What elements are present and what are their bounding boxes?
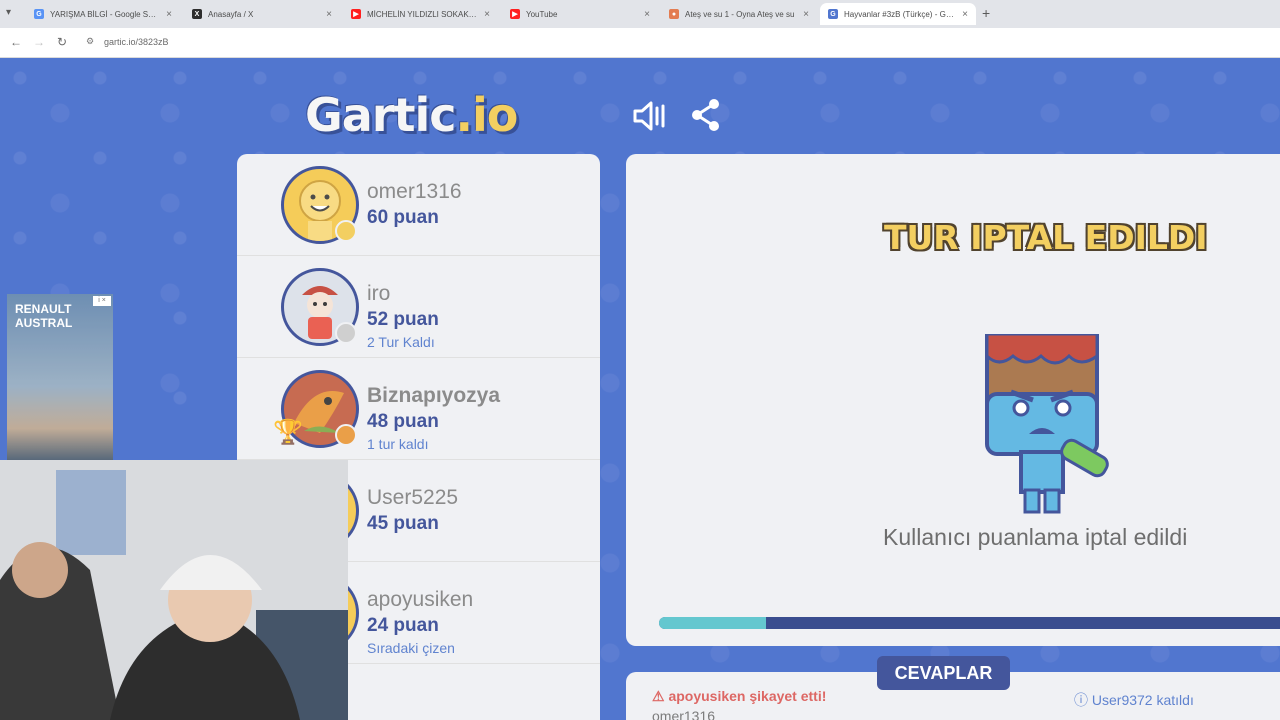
browser-tab[interactable]: ● Ateş ve su 1 - Oyna Ateş ve su × [661, 3, 817, 25]
close-tab-icon[interactable]: × [962, 9, 968, 20]
renault-ad[interactable]: RENAULT AUSTRAL i × [7, 294, 113, 462]
tab-label: YARIŞMA BİLGİ - Google Search [50, 9, 161, 19]
player-note: 1 tur kaldı [367, 436, 429, 452]
turn-status-title: TUR IPTAL EDILDI [884, 218, 1208, 257]
gartic-icon: G [828, 9, 838, 19]
status-dot [335, 220, 357, 242]
player-score: 48 puan [367, 411, 439, 432]
status-dot [335, 322, 357, 344]
tab-label: Hayvanlar #3zB (Türkçe) - Garti… [844, 9, 957, 19]
player-row[interactable]: iro 52 puan 2 Tur Kaldı [237, 256, 600, 358]
player-name: apoyusiken [367, 588, 474, 611]
player-score: 24 puan [367, 615, 439, 636]
player-note: Sıradaki çizen [367, 640, 455, 656]
tab-search-chevron-icon[interactable]: ▾ [6, 7, 11, 18]
chat-line: omer1316 [652, 708, 716, 720]
reload-icon[interactable]: ↻ [57, 35, 67, 49]
player-row[interactable]: 🏆 Biznapıyozya 48 puan 1 tur kaldı [237, 358, 600, 460]
webcam-overlay [0, 460, 348, 720]
round-timer-bar [659, 617, 1280, 629]
status-dot [335, 424, 357, 446]
ad-title: RENAULT AUSTRAL [15, 302, 73, 330]
browser-tab[interactable]: ▶ YouTube × [502, 3, 658, 25]
chat-line: ⓘ User9372 katıldı [1074, 692, 1194, 708]
drawing-board: TUR IPTAL EDILDI Kullanıcı puanlama ipta… [626, 154, 1280, 646]
new-tab-plus-icon[interactable]: + [982, 5, 990, 21]
forward-arrow-icon[interactable]: → [33, 35, 45, 49]
browser-tab[interactable]: G YARIŞMA BİLGİ - Google Search × [26, 3, 180, 25]
gartic-logo: Gartic.io [305, 88, 518, 142]
url-field[interactable]: gartic.io/3823zB [104, 37, 169, 47]
share-icon[interactable] [690, 98, 722, 132]
close-tab-icon[interactable]: × [166, 9, 172, 20]
cancelled-mascot-icon [985, 334, 1109, 514]
board-message: Kullanıcı puanlama iptal edildi [883, 524, 1188, 550]
player-score: 52 puan [367, 309, 439, 330]
player-note: 2 Tur Kaldı [367, 334, 435, 350]
browser-tab[interactable]: ▶ MİCHELİN YILDIZLI SOKAK LEZ… × [343, 3, 498, 25]
google-icon: G [34, 9, 44, 19]
player-name: iro [367, 282, 391, 305]
webcam-feed-image [0, 460, 348, 720]
player-name: omer1316 [367, 180, 462, 203]
browser-tab-active[interactable]: G Hayvanlar #3zB (Türkçe) - Garti… × [820, 3, 976, 25]
tab-label: YouTube [526, 9, 558, 19]
sound-mute-icon[interactable] [632, 100, 668, 132]
close-tab-icon[interactable]: × [803, 9, 809, 20]
tab-label: Anasayfa / X [208, 9, 254, 19]
game-icon: ● [669, 9, 679, 19]
player-name: Biznapıyozya [367, 384, 501, 407]
round-timer-fill [659, 617, 766, 629]
site-info-icon[interactable]: ⚙ [86, 36, 94, 47]
browser-tab-bar: ▾ G YARIŞMA BİLGİ - Google Search × X An… [0, 0, 1280, 28]
tab-label: MİCHELİN YILDIZLI SOKAK LEZ… [367, 9, 478, 19]
ad-choices-icon[interactable]: i × [93, 296, 111, 306]
player-row[interactable]: omer1316 60 puan [237, 154, 600, 256]
answers-tab[interactable]: CEVAPLAR [877, 656, 1010, 690]
trophy-icon: 🏆 [273, 419, 303, 446]
back-arrow-icon[interactable]: ← [10, 35, 22, 49]
player-score: 60 puan [367, 207, 439, 228]
youtube-icon: ▶ [510, 9, 520, 19]
player-name: User5225 [367, 486, 459, 509]
player-score: 45 puan [367, 513, 439, 534]
youtube-icon: ▶ [351, 9, 361, 19]
browser-tab[interactable]: X Anasayfa / X × [184, 3, 340, 25]
close-tab-icon[interactable]: × [644, 9, 650, 20]
close-tab-icon[interactable]: × [326, 9, 332, 20]
close-tab-icon[interactable]: × [484, 9, 490, 20]
address-bar: ← → ↻ ⚙ gartic.io/3823zB [0, 28, 1280, 58]
x-icon: X [192, 9, 202, 19]
tab-label: Ateş ve su 1 - Oyna Ateş ve su [685, 9, 795, 19]
chat-line: ⚠ apoyusiken şikayet etti! [652, 688, 827, 704]
